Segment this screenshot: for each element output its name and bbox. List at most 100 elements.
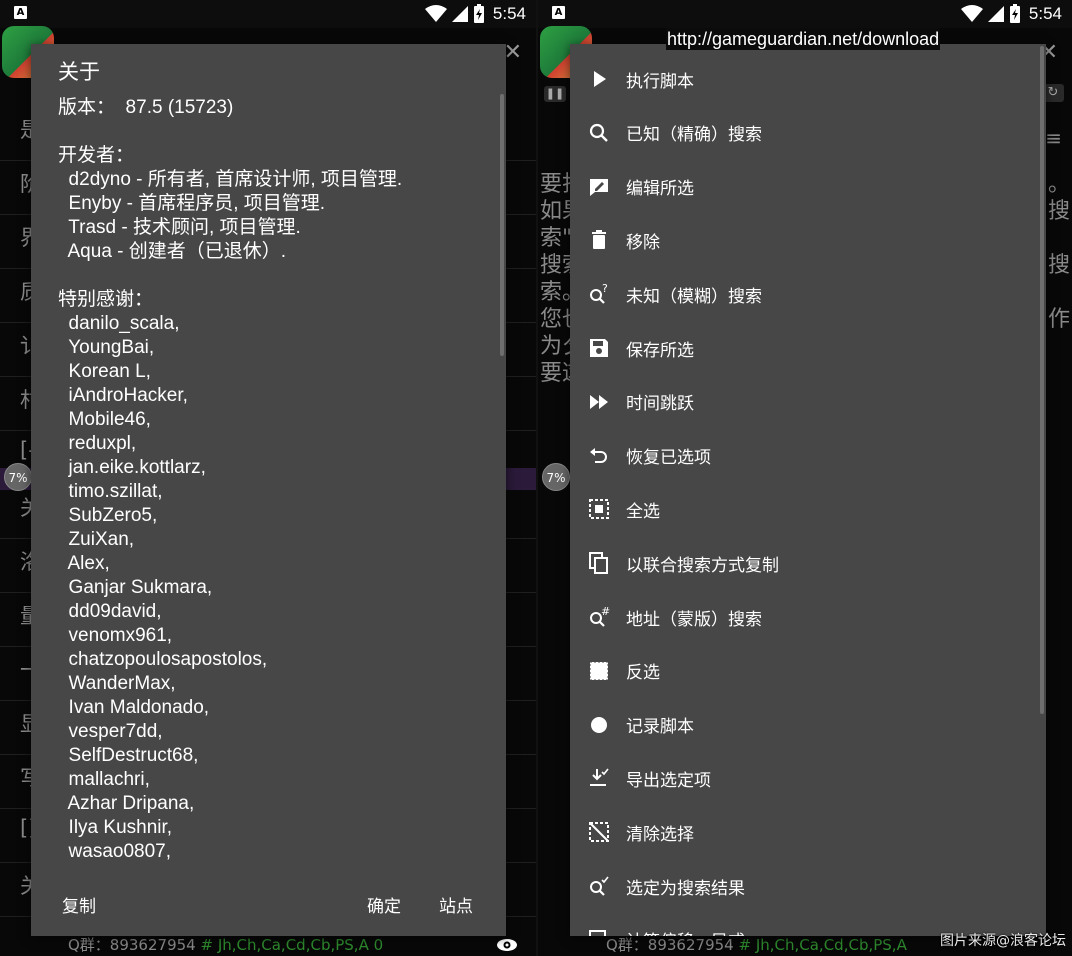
about-line: Ganjar Sukmara, — [58, 577, 213, 598]
wifi-icon — [960, 5, 983, 22]
about-line: WanderMax, — [58, 673, 176, 694]
fast-forward-icon — [587, 390, 611, 414]
notification-icon: A — [14, 6, 27, 19]
menu-item[interactable]: 恢复已选项 — [570, 429, 1046, 483]
wifi-icon — [424, 5, 447, 22]
fuzzy-search-icon: ? — [587, 282, 611, 306]
signal-icon — [451, 6, 468, 22]
right-screenshot: A 5:54 ✕ ❚❚ ↻ ≡ 要打 如果 索" 搜索 索。 您也 为夕 要这。搜搜 "作 7%… — [536, 0, 1072, 956]
about-line: jan.eike.kottlarz, — [58, 457, 206, 478]
menu-item-label: 反选 — [626, 663, 660, 684]
menu-item-label: 选定为搜索结果 — [626, 878, 745, 899]
about-line: Ivan Maldonado, — [58, 697, 210, 718]
menu-item[interactable]: 记录脚本 — [570, 698, 1046, 752]
about-line: venomx961, — [58, 625, 173, 646]
battery-icon — [1009, 4, 1020, 23]
about-line: ZuiXan, — [58, 529, 135, 550]
menu-item[interactable]: 执行脚本 — [570, 52, 1046, 106]
notification-icon: A — [552, 6, 565, 19]
about-line: AlexNG, — [58, 864, 492, 866]
menu-item-label: 计算偏移 - 异或 — [626, 927, 745, 936]
menu-item[interactable]: 反选 — [570, 644, 1046, 698]
menu-item[interactable]: 全选 — [570, 482, 1046, 536]
type-flags-text: # Jh,Ch,Ca,Cd,Cb,PS,A — [738, 936, 907, 954]
svg-text:?: ? — [602, 282, 608, 295]
type-flags-text: # Jh,Ch,Ca,Cd,Cb,PS,A 0 — [200, 936, 384, 954]
close-icon[interactable]: ✕ — [504, 40, 522, 65]
about-line — [58, 120, 492, 144]
background-text-line: 搜 — [1047, 253, 1070, 278]
menu-item[interactable]: 移除 — [570, 213, 1046, 267]
about-line: mallachri, — [58, 769, 150, 790]
battery-icon — [473, 4, 484, 23]
download-url[interactable]: http://gameguardian.net/download — [666, 28, 941, 50]
record-icon — [587, 713, 611, 737]
clock: 5:54 — [492, 4, 526, 23]
menu-item[interactable]: 以联合搜索方式复制 — [570, 536, 1046, 590]
about-content[interactable]: 版本： 87.5 (15723) 开发者： d2dyno - 所有者, 首席设计… — [58, 96, 492, 866]
menu-item-label: 全选 — [626, 501, 660, 522]
about-line: SubZero5, — [58, 505, 158, 526]
about-line: Azhar Dripana, — [58, 793, 195, 814]
about-line: Aqua - 创建者（已退休）. — [58, 241, 287, 262]
menu-item-label: 未知（模糊）搜索 — [626, 286, 762, 307]
about-line: 版本： 87.5 (15723) — [58, 97, 234, 118]
about-line: danilo_scala, — [58, 313, 180, 334]
menu-item-label: 记录脚本 — [626, 717, 694, 738]
edit-icon — [587, 175, 611, 199]
eye-icon[interactable] — [496, 938, 518, 952]
menu-item[interactable]: 导出选定项 — [570, 751, 1046, 805]
select-all-icon — [587, 497, 611, 521]
ok-button[interactable]: 确定 — [367, 892, 401, 917]
progress-badge: 7% — [4, 463, 32, 491]
scrollbar[interactable] — [500, 94, 504, 356]
save-icon — [587, 336, 611, 360]
pause-icon[interactable]: ❚❚ — [544, 86, 566, 102]
menu-item[interactable]: 保存所选 — [570, 321, 1046, 375]
about-line: 开发者： — [58, 145, 135, 166]
export-icon — [587, 766, 611, 790]
about-dialog: 关于 版本： 87.5 (15723) 开发者： d2dyno - 所有者, 首… — [31, 44, 506, 936]
menu-item[interactable]: ? 未知（模糊）搜索 — [570, 267, 1046, 321]
about-line: Trasd - 技术顾问, 项目管理. — [58, 217, 301, 238]
about-line: chatzopoulosapostolos, — [58, 649, 268, 670]
menu-item[interactable]: # 地址（蒙版）搜索 — [570, 590, 1046, 644]
svg-text:#: # — [601, 605, 610, 618]
menu-icon[interactable]: ≡ — [1045, 126, 1062, 150]
menu-item-label: 时间跳跃 — [626, 394, 694, 415]
left-screenshot: A 5:54 ✕ 是阶界质讠村[-关洛量一显写[]关 7% Q群：8936279… — [0, 0, 536, 956]
about-line: YoungBai, — [58, 337, 155, 358]
menu-item[interactable]: 清除选择 — [570, 805, 1046, 859]
dialog-title: 关于 — [58, 60, 100, 84]
progress-badge: 7% — [542, 463, 570, 491]
menu-item[interactable]: 时间跳跃 — [570, 375, 1046, 429]
group-number-text: Q群：893627954 — [606, 936, 734, 954]
menu-item-label: 移除 — [626, 232, 660, 253]
about-line: d2dyno - 所有者, 首席设计师, 项目管理. — [58, 169, 403, 190]
site-button[interactable]: 站点 — [439, 892, 473, 917]
about-line: Enyby - 首席程序员, 项目管理. — [58, 193, 326, 214]
address-search-icon: # — [587, 605, 611, 629]
trash-icon — [587, 228, 611, 252]
copy-icon — [587, 551, 611, 575]
watermark: 图片来源@浪客论坛 — [940, 933, 1066, 949]
menu-item-label: 已知（精确）搜索 — [626, 125, 762, 146]
menu-item-label: 地址（蒙版）搜索 — [626, 609, 762, 630]
search-icon — [587, 121, 611, 145]
menu-item[interactable]: 已知（精确）搜索 — [570, 106, 1046, 160]
menu-item[interactable]: 编辑所选 — [570, 160, 1046, 214]
calc-icon — [587, 928, 611, 936]
menu-item-label: 保存所选 — [626, 340, 694, 361]
dialog-actions: 复制 确定 站点 — [31, 870, 506, 936]
about-line: iAndroHacker, — [58, 385, 188, 406]
menu-item-label: 编辑所选 — [626, 179, 694, 200]
status-bar: A 5:54 — [0, 0, 536, 28]
menu-item[interactable]: 选定为搜索结果 — [570, 859, 1046, 913]
group-number-text: Q群：893627954 — [68, 936, 196, 954]
copy-button[interactable]: 复制 — [62, 892, 96, 917]
actions-menu: 执行脚本 已知（精确）搜索 编辑所选 移除? 未知（模糊）搜索 保存所选 时间跳跃 恢复已选项… — [570, 44, 1046, 936]
about-line: vesper7dd, — [58, 721, 163, 742]
menu-item-label: 恢复已选项 — [626, 448, 711, 469]
signal-icon — [987, 6, 1004, 22]
select-as-result-icon — [587, 874, 611, 898]
